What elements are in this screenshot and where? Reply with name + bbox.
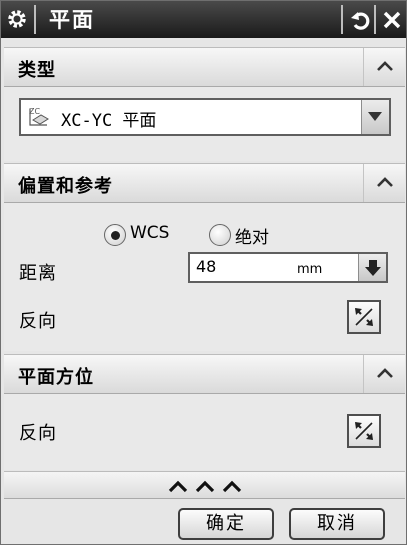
section-body-orientation: 反向 (4, 394, 405, 470)
title-bar[interactable]: 平面 (1, 1, 406, 38)
plane-dialog: 平面 类型 ZC XC-YC 平面 偏置和参考 WCS 绝对 距离 48 mm … (0, 0, 407, 545)
close-button[interactable] (379, 7, 405, 33)
flip-direction-icon (355, 422, 373, 440)
section-header-orientation[interactable]: 平面方位 (4, 354, 405, 394)
window-title: 平面 (49, 8, 95, 32)
dropdown-arrow-icon (368, 112, 382, 121)
dialog-footer: 确定 取消 (1, 500, 406, 544)
type-select-value: XC-YC 平面 (61, 111, 157, 131)
reverse-direction-button-offset[interactable] (347, 300, 381, 334)
reverse-direction-button-orientation[interactable] (347, 414, 381, 448)
distance-value[interactable]: 48 (196, 257, 216, 276)
distance-input[interactable]: 48 mm (188, 252, 388, 283)
radio-wcs-circle[interactable] (104, 224, 126, 246)
section-header-offset[interactable]: 偏置和参考 (4, 163, 405, 203)
collapse-button-type[interactable] (363, 48, 405, 86)
reverse-label-offset: 反向 (19, 311, 57, 332)
section-header-type[interactable]: 类型 (4, 47, 405, 87)
dropdown-arrow-icon (365, 260, 381, 276)
collapse-button-orientation[interactable] (363, 355, 405, 393)
radio-wcs-label: WCS (130, 223, 170, 243)
section-title-type: 类型 (18, 60, 56, 81)
plane-type-icon: ZC (29, 107, 49, 126)
type-select[interactable]: ZC XC-YC 平面 (19, 98, 391, 136)
collapse-up-icon (377, 61, 393, 71)
more-options-bar[interactable] (4, 471, 405, 499)
section-body-type: ZC XC-YC 平面 (4, 87, 405, 161)
collapse-up-icon (377, 368, 393, 378)
reset-icon (351, 12, 370, 30)
cancel-button[interactable]: 取消 (289, 508, 385, 540)
close-icon (383, 11, 401, 29)
radio-selected-dot (111, 231, 120, 240)
radio-absolute-circle[interactable] (209, 224, 231, 246)
title-separator (341, 5, 343, 34)
section-title-offset: 偏置和参考 (18, 176, 113, 197)
title-separator (374, 5, 376, 34)
reset-button[interactable] (348, 7, 374, 33)
type-dropdown-button[interactable] (361, 100, 389, 134)
ok-button[interactable]: 确定 (178, 508, 274, 540)
gear-icon[interactable] (6, 8, 28, 30)
svg-text:ZC: ZC (29, 107, 40, 116)
collapse-button-offset[interactable] (363, 164, 405, 202)
title-separator (34, 5, 36, 34)
radio-absolute[interactable]: 绝对 (209, 223, 289, 248)
radio-wcs[interactable]: WCS (104, 223, 184, 247)
distance-unit-dropdown[interactable] (358, 254, 386, 281)
flip-direction-icon (355, 308, 373, 326)
distance-label: 距离 (19, 263, 57, 284)
distance-unit: mm (297, 262, 323, 277)
section-body-offset: WCS 绝对 距离 48 mm 反向 (4, 203, 405, 351)
radio-absolute-label: 绝对 (235, 228, 269, 248)
collapse-up-icon (377, 177, 393, 187)
more-options-icon (168, 480, 242, 493)
section-title-orientation: 平面方位 (18, 367, 94, 388)
reverse-label-orientation: 反向 (19, 423, 57, 444)
